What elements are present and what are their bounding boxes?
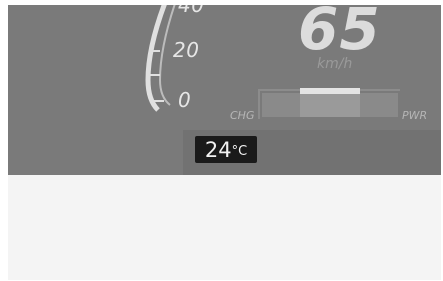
outside-temperature-display: 24 °C: [195, 136, 257, 163]
blank-lower-area: [8, 175, 441, 280]
gauge-tick-20: 20: [173, 38, 200, 62]
temperature-unit: °C: [231, 143, 248, 159]
speed-unit: km/h: [317, 56, 353, 72]
temperature-value: 24: [204, 137, 232, 162]
charge-label: CHG: [230, 109, 255, 122]
gauge-tick-40: 40: [178, 5, 205, 17]
speed-readout: 65: [298, 5, 381, 63]
power-label: PWR: [402, 109, 428, 122]
power-meter-center-block: [300, 94, 360, 117]
gauge-tick-0: 0: [178, 88, 192, 112]
power-meter-indicator: [300, 88, 360, 94]
